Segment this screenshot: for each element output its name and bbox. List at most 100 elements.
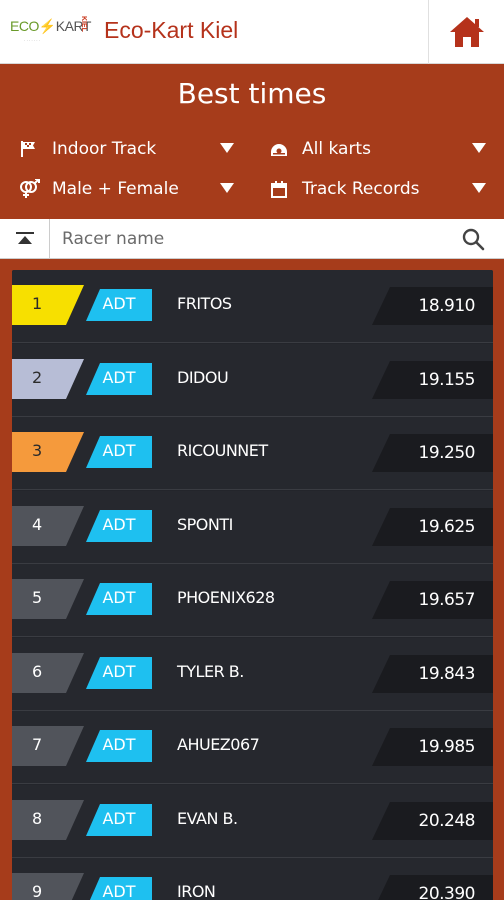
racer-search-input[interactable]	[62, 224, 448, 254]
lap-time-value: 19.625	[418, 516, 476, 537]
team-tag-label: ADT	[102, 882, 136, 900]
steering-wheel-icon	[268, 138, 290, 160]
rank-badge: 9	[12, 873, 84, 900]
filter-panel: Best times Indoor Track All karts Male +…	[0, 65, 504, 219]
top-bar: ECO⚡KART KIEL · · · · · · · Eco-Kart Kie…	[0, 0, 504, 64]
lap-time-value: 19.843	[418, 663, 476, 684]
home-button[interactable]	[428, 0, 504, 64]
racer-name: TYLER B.	[177, 661, 244, 681]
home-icon	[449, 17, 484, 47]
eco-kart-logo: ECO⚡KART KIEL · · · · · · ·	[10, 16, 92, 48]
racer-name: AHUEZ067	[177, 735, 260, 754]
lap-time: 19.657	[372, 581, 493, 619]
chevron-down-icon	[472, 183, 486, 193]
rank-badge: 6	[12, 652, 84, 693]
rank-badge: 3	[12, 432, 84, 472]
lap-time: 19.250	[372, 434, 493, 472]
rank-number: 3	[32, 441, 43, 460]
team-tag: ADT	[86, 436, 152, 468]
result-row[interactable]: 7 ADT AHUEZ067 19.985	[12, 711, 493, 784]
gender-filter-label: Male + Female	[52, 179, 179, 199]
period-filter-label: Track Records	[302, 179, 420, 199]
result-row[interactable]: 5 ADT PHOENIX628 19.657	[12, 564, 493, 637]
racer-name: IRON	[177, 882, 216, 900]
result-row[interactable]: 3 ADT RICOUNNET 19.250	[12, 417, 493, 490]
collapse-filters-button[interactable]	[0, 219, 50, 259]
chevron-down-icon	[220, 143, 234, 153]
result-row[interactable]: 1 ADT FRITOS 18.910	[12, 270, 493, 343]
rank-number: 6	[32, 661, 43, 681]
lap-time-value: 19.985	[418, 737, 476, 757]
search-button[interactable]	[458, 225, 488, 253]
rank-badge: 1	[12, 285, 84, 325]
team-tag-label: ADT	[102, 441, 136, 460]
racer-name: PHOENIX628	[177, 588, 275, 607]
team-tag: ADT	[86, 877, 152, 900]
racer-name: DIDOU	[177, 367, 229, 387]
lap-time-value: 20.390	[418, 884, 476, 900]
team-tag: ADT	[86, 656, 152, 689]
lap-time-value: 19.657	[418, 590, 476, 610]
racer-name: SPONTI	[177, 514, 233, 534]
karts-filter-label: All karts	[302, 139, 371, 159]
result-row[interactable]: 2 ADT DIDOU 19.155	[12, 343, 493, 417]
rank-number: 5	[32, 588, 43, 607]
period-filter[interactable]: Track Records	[268, 174, 486, 204]
search-icon	[462, 228, 485, 251]
team-tag: ADT	[86, 509, 152, 542]
result-row[interactable]: 6 ADT TYLER B. 19.843	[12, 637, 493, 711]
gender-icon	[18, 178, 40, 200]
rank-number: 8	[32, 808, 43, 828]
racer-name: FRITOS	[177, 294, 232, 313]
track-filter[interactable]: Indoor Track	[18, 134, 234, 164]
racer-name: EVAN B.	[177, 808, 238, 828]
lap-time: 19.843	[372, 654, 493, 693]
page-title: Best times	[177, 77, 327, 110]
rank-badge: 2	[12, 358, 84, 399]
search-bar	[0, 219, 504, 259]
team-tag-label: ADT	[102, 367, 136, 387]
rank-number: 1	[32, 294, 43, 313]
lap-time-value: 20.248	[418, 810, 476, 831]
rank-number: 9	[32, 882, 43, 900]
lap-time: 19.155	[372, 360, 493, 399]
rank-number: 7	[32, 735, 43, 754]
calendar-icon	[268, 178, 290, 200]
lap-time: 19.985	[372, 728, 493, 766]
flag-icon	[18, 138, 40, 160]
team-tag: ADT	[86, 289, 152, 321]
team-tag-label: ADT	[102, 808, 136, 828]
racer-name: RICOUNNET	[177, 441, 268, 460]
team-tag: ADT	[86, 583, 152, 615]
result-row[interactable]: 8 ADT EVAN B. 20.248	[12, 784, 493, 858]
team-tag: ADT	[86, 362, 152, 395]
lap-time-value: 18.910	[418, 296, 476, 316]
lap-time: 20.248	[372, 801, 493, 840]
collapse-up-icon	[15, 232, 34, 244]
team-tag-label: ADT	[102, 661, 136, 681]
lap-time-value: 19.155	[418, 369, 476, 390]
lap-time: 20.390	[372, 875, 493, 900]
lap-time-value: 19.250	[418, 443, 476, 463]
logo-kiel-text: KIEL	[80, 16, 87, 32]
result-row[interactable]: 9 ADT IRON 20.390	[12, 858, 493, 900]
gender-filter[interactable]: Male + Female	[18, 174, 234, 204]
lap-time: 19.625	[372, 507, 493, 546]
rank-badge: 7	[12, 726, 84, 766]
logo-subtitle: · · · · · · ·	[24, 38, 40, 43]
karts-filter[interactable]: All karts	[268, 134, 486, 164]
rank-badge: 5	[12, 579, 84, 619]
rank-number: 4	[32, 514, 43, 534]
rank-badge: 8	[12, 799, 84, 840]
rank-number: 2	[32, 367, 43, 387]
team-tag-label: ADT	[102, 514, 136, 534]
bolt-icon: ⚡	[38, 18, 56, 34]
team-tag-label: ADT	[102, 588, 136, 607]
chevron-down-icon	[220, 183, 234, 193]
result-row[interactable]: 4 ADT SPONTI 19.625	[12, 490, 493, 564]
chevron-down-icon	[472, 143, 486, 153]
rank-badge: 4	[12, 505, 84, 546]
team-tag-label: ADT	[102, 294, 136, 313]
best-times-list[interactable]: 1 ADT FRITOS 18.910 2 ADT DIDOU 19.155 3	[12, 270, 493, 900]
lap-time: 18.910	[372, 287, 493, 325]
